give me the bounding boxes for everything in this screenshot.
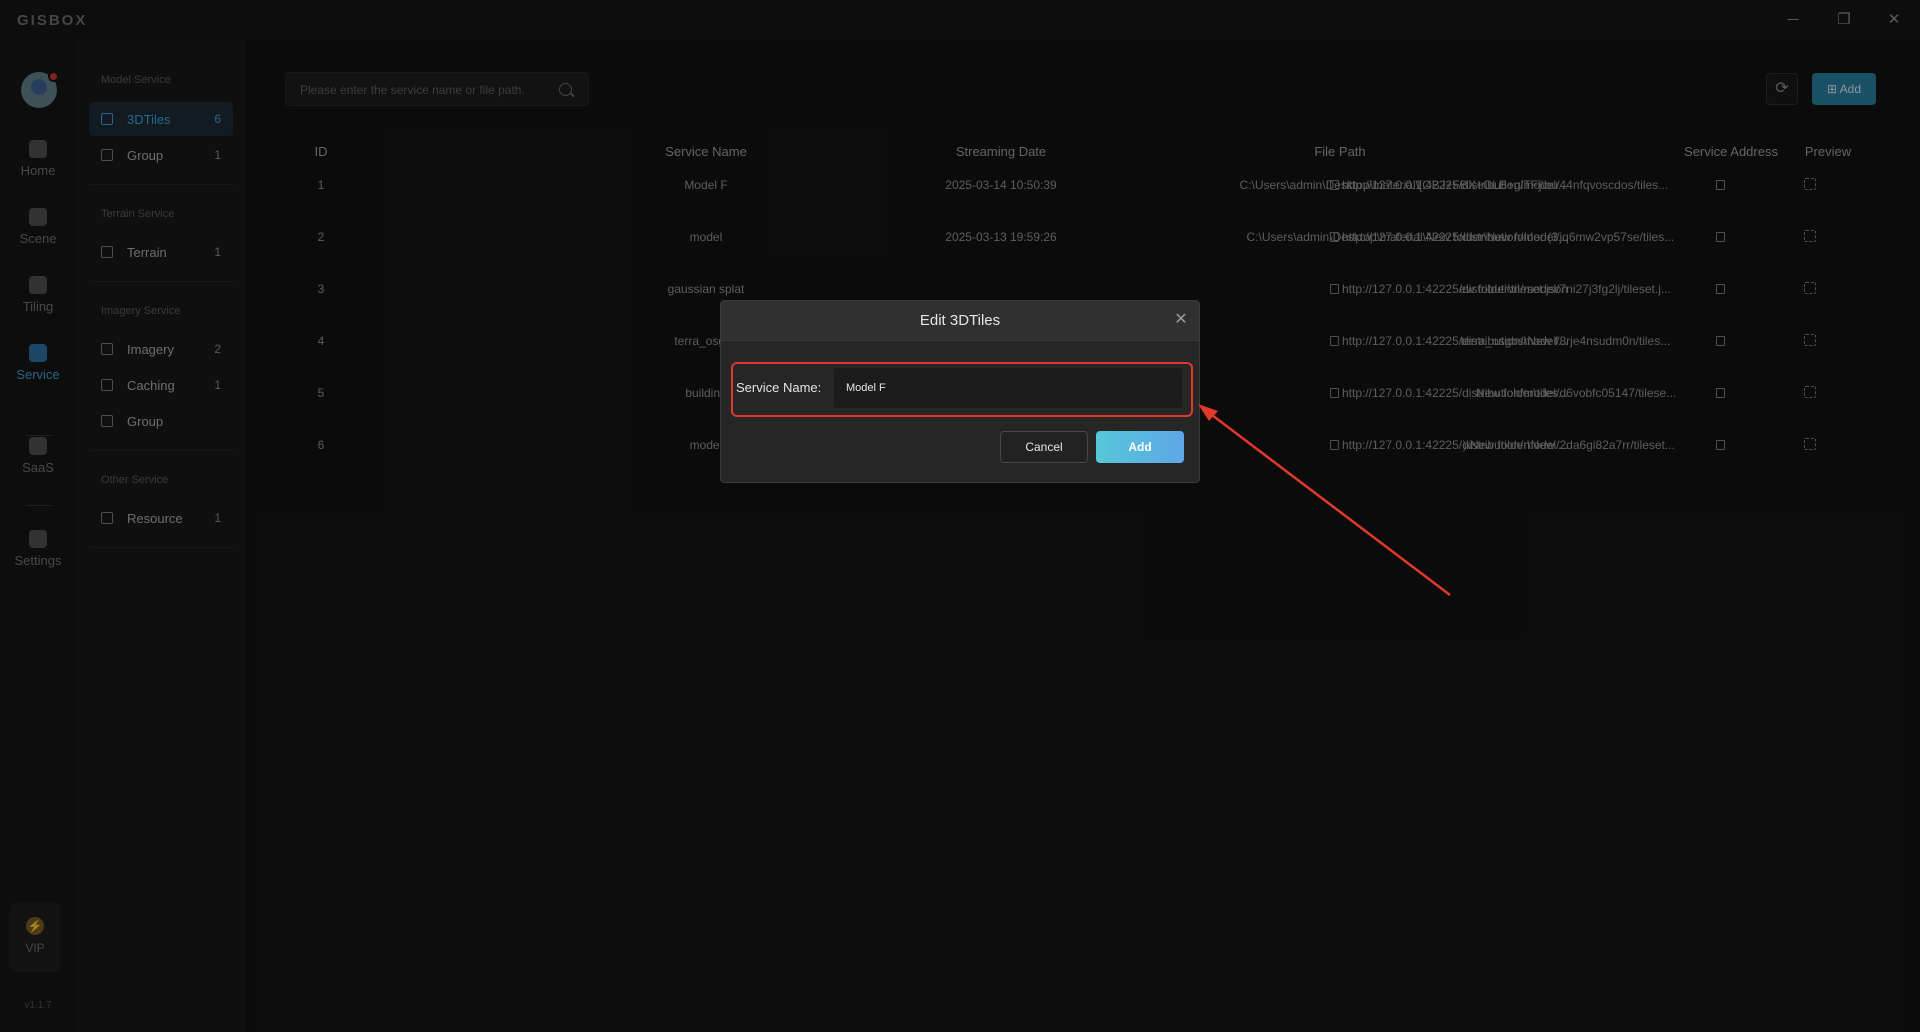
- app-window: GISBOX ─ ❐ ✕ Home Scene Tiling Service S…: [0, 0, 1920, 1032]
- service-name-label: Service Name:: [736, 380, 822, 395]
- close-icon[interactable]: ✕: [1171, 310, 1191, 330]
- dialog-header: Edit 3DTiles ✕: [721, 301, 1199, 341]
- modal-overlay[interactable]: [0, 0, 1920, 1032]
- edit-dialog: Edit 3DTiles ✕ Service Name: Cancel Add: [720, 300, 1200, 483]
- dialog-title: Edit 3DTiles: [919, 312, 1001, 329]
- confirm-add-button[interactable]: Add: [1096, 431, 1184, 463]
- cancel-button[interactable]: Cancel: [1000, 431, 1088, 463]
- service-name-input[interactable]: [834, 368, 1182, 408]
